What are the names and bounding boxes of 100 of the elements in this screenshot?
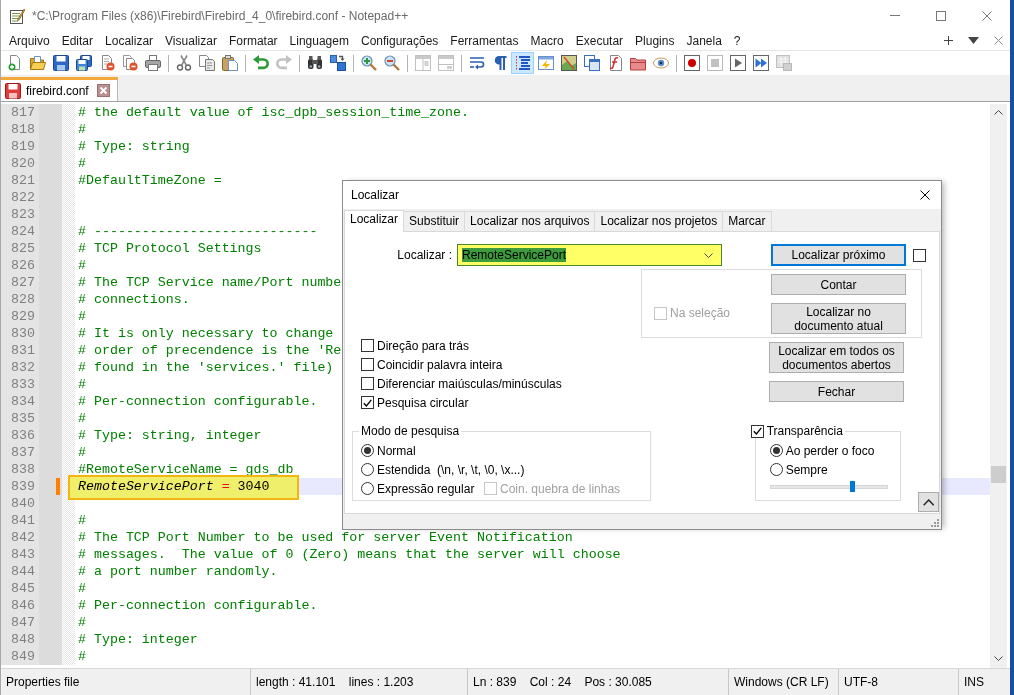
code-line: # <box>78 513 86 528</box>
document-tab[interactable]: firebird.conf <box>1 77 118 101</box>
checkbox-label: Diferenciar maiúsculas/minúsculas <box>377 376 562 391</box>
checkbox[interactable] <box>361 377 374 390</box>
search-combo[interactable]: RemoteServicePort <box>457 244 722 266</box>
radio-button[interactable] <box>361 444 374 457</box>
code-line: # the default value of isc_dpb_session_time_zone. <box>78 105 469 120</box>
radio-button[interactable] <box>769 463 783 476</box>
window-panes-icon <box>414 55 431 71</box>
dialog-tab[interactable]: Localizar <box>344 210 405 232</box>
count-button[interactable]: Contar <box>771 274 906 295</box>
code-line: # TCP Protocol Settings <box>78 241 262 256</box>
plus-icon[interactable] <box>944 36 953 45</box>
line-number: 827 <box>1 274 39 291</box>
dialog-tab[interactable]: Localizar nos arquivos <box>464 211 596 231</box>
code-line: #DefaultTimeZone = <box>78 173 222 188</box>
line-number: 828 <box>1 291 39 308</box>
checkbox[interactable] <box>361 396 374 409</box>
code-line: # It is only necessary to change <box>78 326 334 341</box>
code-line: # Per-connection configurable. <box>78 598 318 613</box>
radio-button[interactable] <box>769 444 783 457</box>
line-number: 831 <box>1 342 39 359</box>
line-number: 832 <box>1 359 39 376</box>
menu-item[interactable]: Ferramentas <box>444 33 525 48</box>
wrap-lines-icon <box>468 55 485 71</box>
menu-item[interactable]: ? <box>727 33 747 48</box>
checkbox[interactable] <box>750 424 764 438</box>
notepad-icon <box>9 7 25 24</box>
find-all-open-button[interactable]: Localizar em todos os documentos abertos <box>769 342 904 373</box>
code-line: # <box>78 122 86 137</box>
maximize-icon <box>936 10 946 21</box>
menu-item[interactable]: Macro <box>524 33 570 48</box>
checkbox[interactable] <box>361 339 374 352</box>
menu-item[interactable]: Visualizar <box>159 33 223 48</box>
slider-thumb[interactable] <box>849 481 855 492</box>
chevron-up-icon[interactable] <box>994 110 1003 115</box>
status-text: Windows (CR LF) <box>734 675 829 689</box>
checkbox[interactable] <box>913 248 926 262</box>
close-dialog-button[interactable]: Fechar <box>769 381 904 402</box>
floppy-disks-icon <box>75 55 92 71</box>
chevron-down-icon <box>704 252 713 258</box>
dialog-tab[interactable]: Localizar nos projetos <box>594 211 724 231</box>
line-number: 840 <box>1 495 39 512</box>
printer-icon <box>144 55 161 71</box>
fast-forward-icon <box>752 55 769 71</box>
code-line: # a port number randomly. <box>78 564 278 579</box>
line-number: 823 <box>1 206 39 223</box>
line-number: 820 <box>1 155 39 172</box>
line-number: 829 <box>1 308 39 325</box>
line-number: 833 <box>1 376 39 393</box>
triangle-down-icon[interactable] <box>968 37 979 44</box>
close-icon <box>920 190 930 200</box>
group-title: Modo de pesquisa <box>360 424 461 438</box>
code-line: # <box>78 258 86 273</box>
find-all-current-button[interactable]: Localizar no documento atual <box>771 303 906 334</box>
scissors-icon <box>175 55 192 71</box>
status-text: Properties file <box>6 675 80 689</box>
code-line: # <box>78 649 86 664</box>
menu-item[interactable]: Janela <box>680 33 728 48</box>
code-line: # order of precendence is the 'Re <box>78 343 342 358</box>
zoom-out-icon <box>383 55 400 71</box>
status-text: UTF-8 <box>844 675 878 689</box>
scrollbar-thumb[interactable] <box>991 466 1006 483</box>
code-line: # connections. <box>78 292 190 307</box>
code-line: # <box>78 156 86 171</box>
vertical-scrollbar[interactable] <box>990 104 1007 668</box>
code-line: # <box>78 377 86 392</box>
code-line: # found in the 'services.' file) <box>78 360 334 375</box>
resize-grip-icon[interactable] <box>931 519 939 527</box>
menu-item[interactable]: Editar <box>55 33 100 48</box>
find-next-button[interactable]: Localizar próximo <box>771 244 906 266</box>
radio-button[interactable] <box>361 482 374 495</box>
menu-item[interactable]: Linguagem <box>283 33 355 48</box>
close-icon[interactable] <box>97 84 110 97</box>
close-icon[interactable] <box>994 36 1003 45</box>
checkmark-icon <box>752 427 762 435</box>
menu-item[interactable]: Plugins <box>629 33 681 48</box>
menu-item[interactable]: Localizar <box>99 33 160 48</box>
window-grid-icon <box>775 55 792 71</box>
radio-label: Expressão regular <box>377 481 475 496</box>
line-number: 836 <box>1 427 39 444</box>
radio-button[interactable] <box>361 463 374 476</box>
checkbox-label: Coincidir palavra inteira <box>377 357 503 372</box>
code-line: # Type: integer <box>78 632 198 647</box>
chevron-down-icon[interactable] <box>994 656 1003 661</box>
dialog-title: Localizar <box>351 188 400 202</box>
binoculars-icon <box>306 55 323 71</box>
menu-item[interactable]: Configurações <box>354 33 445 48</box>
documents-minus-icon <box>121 55 138 71</box>
menu-item[interactable]: Formatar <box>222 33 284 48</box>
menu-item[interactable]: Arquivo <box>3 33 56 48</box>
checkbox[interactable] <box>361 358 374 371</box>
menu-item[interactable]: Executar <box>569 33 630 48</box>
status-text: INS <box>964 675 984 689</box>
folder-document-icon <box>29 55 46 71</box>
collapse-button[interactable] <box>918 492 939 512</box>
checkmark-icon <box>363 398 372 407</box>
field-label: Localizar : <box>396 248 452 262</box>
window-panes-icon <box>437 55 454 71</box>
dialog-tab[interactable]: Marcar <box>722 211 772 231</box>
